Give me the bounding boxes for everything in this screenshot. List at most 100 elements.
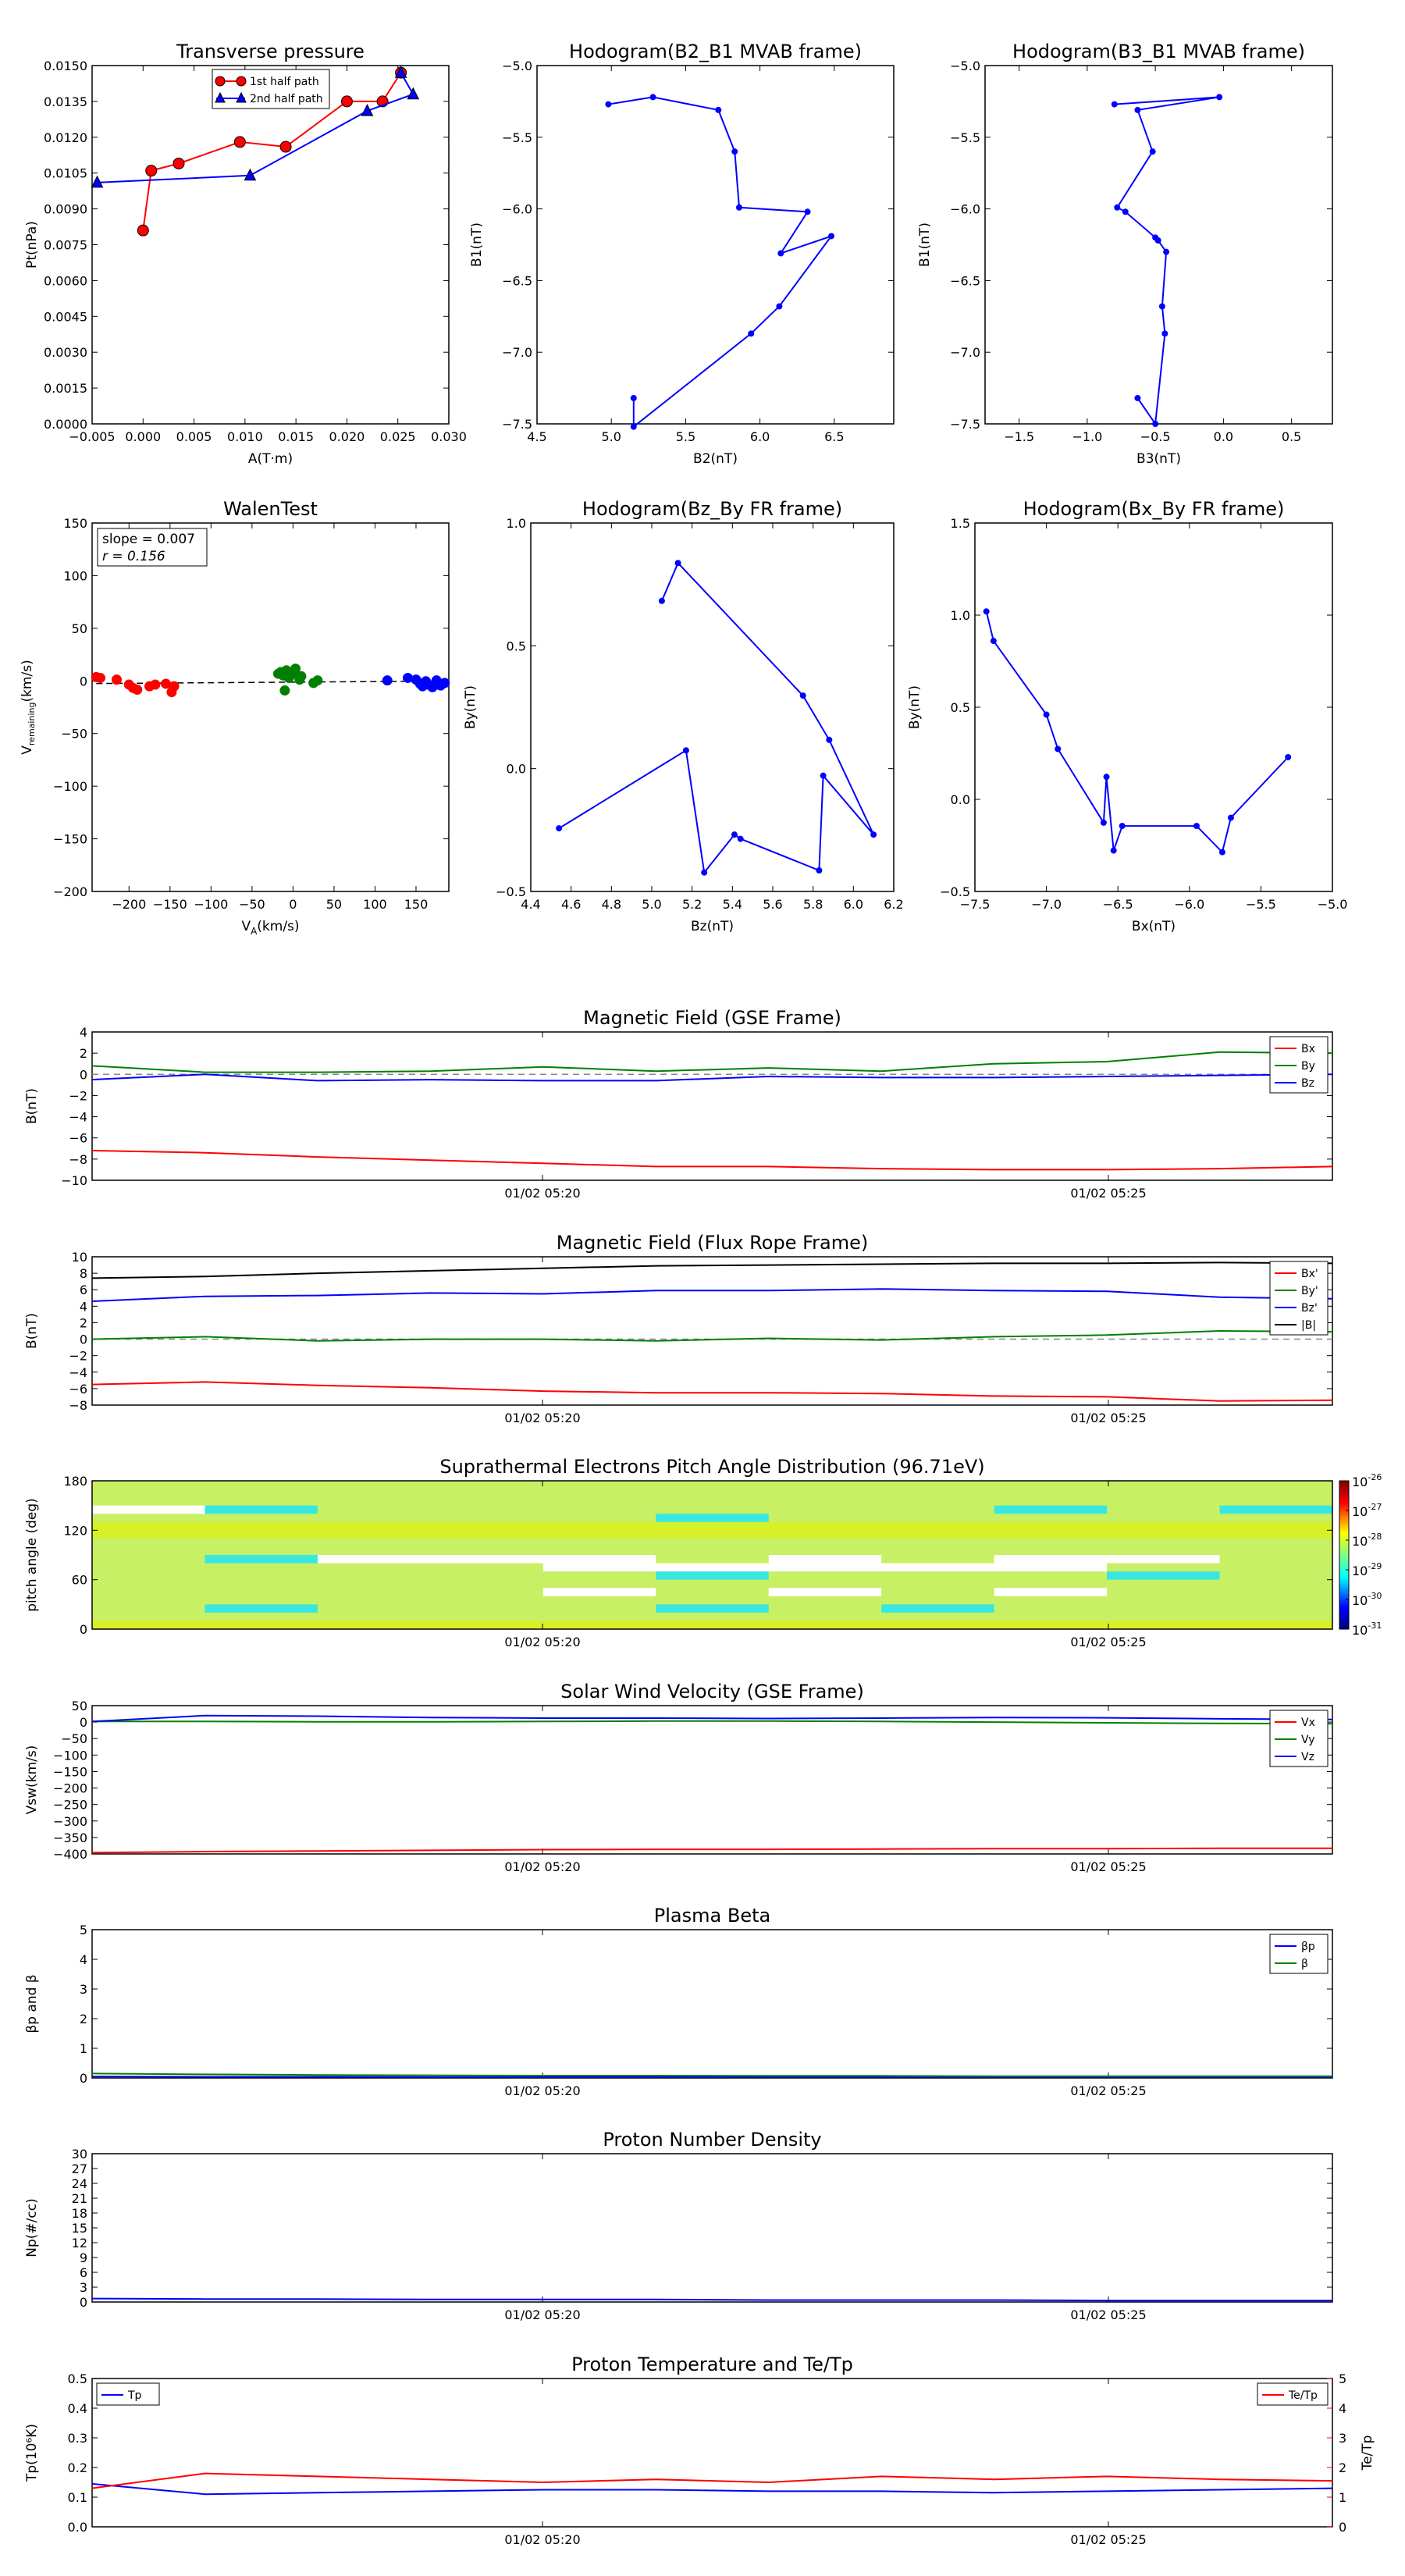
y-tick-label: −300 bbox=[53, 1814, 87, 1829]
heatmap-cell bbox=[881, 1579, 995, 1589]
data-point bbox=[701, 869, 708, 876]
colorbar-exp: -28 bbox=[1368, 1532, 1382, 1542]
data-point bbox=[244, 168, 257, 181]
y-tick-label: 1.5 bbox=[951, 516, 970, 531]
heatmap-cell bbox=[768, 1604, 882, 1614]
heatmap-cell bbox=[994, 1538, 1108, 1547]
legend-marker bbox=[215, 76, 226, 87]
heatmap-cell bbox=[205, 1621, 318, 1630]
data-point bbox=[828, 233, 835, 240]
time-tick-label: 01/02 05:25 bbox=[1070, 2532, 1146, 2547]
data-point bbox=[983, 608, 990, 615]
x-tick-label: 5.0 bbox=[642, 897, 661, 912]
heatmap-cell bbox=[205, 1612, 318, 1621]
x-tick-label: 150 bbox=[404, 897, 429, 912]
heatmap-cell bbox=[994, 1621, 1108, 1630]
x-tick-label: 0.0 bbox=[1214, 429, 1233, 444]
y-tick-label: 0.4 bbox=[68, 2401, 87, 2416]
data-point bbox=[1110, 847, 1117, 854]
chart-0: Transverse pressureA(T·m)Pt(nPa)0.00000.… bbox=[24, 41, 467, 467]
time-tick-label: 01/02 05:20 bbox=[504, 1411, 580, 1425]
legend-label: Bz' bbox=[1301, 1302, 1318, 1315]
x-tick-label: 6.0 bbox=[844, 897, 863, 912]
heatmap-cell bbox=[1219, 1514, 1333, 1523]
y-tick-label: −8 bbox=[69, 1152, 87, 1167]
series-line bbox=[91, 1150, 1333, 1171]
x-tick-label: 0.015 bbox=[278, 429, 314, 444]
data-point bbox=[1100, 819, 1107, 826]
x-tick-label: −6.0 bbox=[1174, 897, 1204, 912]
heatmap-cell bbox=[317, 1481, 431, 1490]
heatmap-cell bbox=[1219, 1505, 1333, 1514]
heatmap-cell bbox=[1219, 1530, 1333, 1539]
plot-frame bbox=[91, 2378, 1333, 2528]
y-tick-label: 1.0 bbox=[951, 608, 970, 623]
heatmap-cell bbox=[1219, 1555, 1333, 1564]
legend-marker bbox=[236, 76, 247, 87]
chart-title: WalenTest bbox=[223, 498, 318, 520]
data-point bbox=[145, 165, 158, 177]
heatmap-cell bbox=[542, 1563, 656, 1572]
y-tick-label: 27 bbox=[72, 2161, 87, 2176]
colorbar-base: 10 bbox=[1352, 1623, 1368, 1638]
legend-label: By' bbox=[1301, 1285, 1318, 1297]
legend-label: Bx' bbox=[1301, 1268, 1318, 1280]
y-axis-label-main: V bbox=[20, 745, 35, 755]
heatmap-cell bbox=[1219, 1596, 1333, 1605]
y-tick-label: 0.0105 bbox=[44, 166, 87, 181]
y-tick-label: −250 bbox=[53, 1798, 87, 1813]
y-tick-label: 0.5 bbox=[507, 639, 526, 653]
heatmap-cell bbox=[656, 1563, 770, 1572]
y-tick-label: −6.0 bbox=[502, 202, 532, 217]
data-point bbox=[820, 772, 827, 779]
data-point bbox=[731, 831, 738, 838]
series-line bbox=[91, 2472, 1333, 2489]
heatmap-cell bbox=[92, 1514, 205, 1523]
x-tick-label: 0.020 bbox=[329, 429, 365, 444]
heatmap-cell bbox=[881, 1481, 995, 1490]
heatmap-cell bbox=[1219, 1612, 1333, 1621]
heatmap-cell bbox=[656, 1481, 770, 1490]
heatmap-cell bbox=[881, 1563, 995, 1572]
y-tick-label: 0 bbox=[80, 1332, 87, 1347]
data-point bbox=[402, 672, 413, 683]
heatmap-cell bbox=[994, 1489, 1108, 1498]
data-point bbox=[1043, 711, 1050, 718]
heatmap-cell bbox=[1219, 1489, 1333, 1498]
data-point bbox=[748, 330, 755, 337]
heatmap-cell bbox=[656, 1555, 770, 1564]
heatmap-cell bbox=[994, 1596, 1108, 1605]
heatmap-cell bbox=[1219, 1588, 1333, 1597]
y-tick-label: 4 bbox=[80, 1025, 87, 1040]
data-point bbox=[279, 685, 290, 696]
heatmap-cell bbox=[881, 1588, 995, 1597]
heatmap-cell bbox=[881, 1621, 995, 1630]
heatmap-cell bbox=[994, 1571, 1108, 1581]
time-tick-label: 01/02 05:20 bbox=[504, 1635, 580, 1649]
legend-label: Te/Tp bbox=[1288, 2389, 1318, 2402]
heatmap-cell bbox=[994, 1481, 1108, 1490]
legend-label: Vx bbox=[1301, 1717, 1315, 1729]
y-tick-label: −5.0 bbox=[950, 59, 980, 73]
heatmap-cell bbox=[92, 1489, 205, 1498]
heatmap-cell bbox=[656, 1579, 770, 1589]
heatmap-cell bbox=[1107, 1563, 1221, 1572]
data-point bbox=[439, 678, 450, 688]
heatmap-cell bbox=[656, 1571, 770, 1581]
x-tick-label: 5.6 bbox=[763, 897, 782, 912]
y-tick-label: 0.5 bbox=[951, 700, 970, 715]
chart-8: Suprathermal Electrons Pitch Angle Distr… bbox=[24, 1456, 1382, 1649]
y-tick-label: 120 bbox=[63, 1523, 87, 1538]
y-tick-label: 0.5 bbox=[68, 2371, 87, 2386]
data-point bbox=[137, 224, 149, 237]
y2-tick-label: 5 bbox=[1339, 2371, 1346, 2386]
y-tick-label: 2 bbox=[80, 1046, 87, 1061]
series-line bbox=[91, 2482, 1333, 2496]
data-point bbox=[674, 560, 681, 567]
data-point bbox=[649, 94, 656, 101]
heatmap-cell bbox=[656, 1596, 770, 1605]
heatmap-cell bbox=[92, 1538, 205, 1547]
heatmap-cell bbox=[656, 1505, 770, 1514]
data-point bbox=[296, 671, 307, 681]
y-tick-label: 0.1 bbox=[68, 2490, 87, 2505]
